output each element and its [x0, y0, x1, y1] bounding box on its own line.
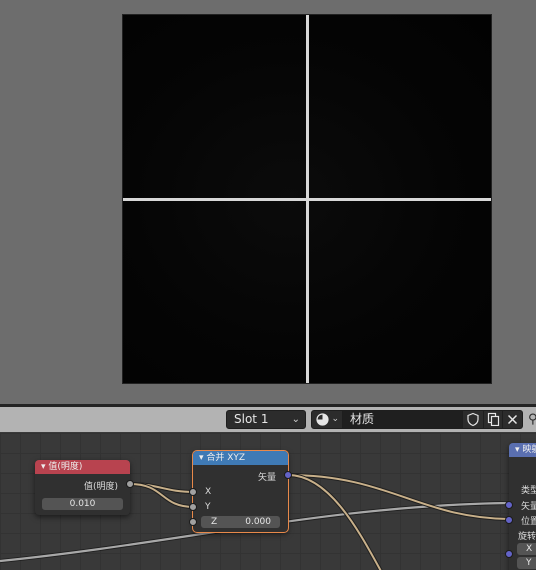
z-input-socket[interactable]	[189, 518, 197, 526]
value-output-socket[interactable]	[126, 480, 134, 488]
mapping-vector-label: 矢量	[521, 502, 536, 512]
material-name-field[interactable]: 材质	[342, 410, 463, 429]
x-input-label: X	[205, 487, 212, 497]
collapse-icon[interactable]: ▾	[199, 453, 204, 463]
shield-icon	[467, 412, 479, 427]
value-field[interactable]: 0.010	[42, 498, 123, 510]
material-sphere-icon	[316, 413, 329, 426]
collapse-icon[interactable]: ▾	[515, 445, 520, 455]
value-node[interactable]: ▾ 值(明度) 值(明度) 0.010	[35, 460, 134, 515]
horizontal-line	[123, 198, 491, 201]
unlink-button[interactable]	[502, 410, 523, 429]
close-icon	[507, 414, 518, 425]
collapse-icon[interactable]: ▾	[41, 462, 46, 472]
mapping-x-label: X	[526, 544, 533, 554]
material-browse-button[interactable]: ⌄	[311, 410, 343, 429]
chevron-down-icon: ⌄	[291, 414, 300, 425]
mapping-rotation-socket[interactable]	[505, 550, 513, 558]
duplicate-button[interactable]	[483, 410, 503, 429]
value-node-title: 值(明度)	[48, 462, 83, 472]
z-field-label: Z	[211, 517, 218, 527]
mapping-location-label: 位置	[521, 517, 536, 527]
vector-output-socket[interactable]	[284, 471, 292, 479]
x-input-socket[interactable]	[189, 488, 197, 496]
slot-dropdown[interactable]: Slot 1 ⌄	[226, 410, 306, 429]
copy-icon	[487, 412, 499, 427]
mapping-y-label: Y	[526, 558, 532, 568]
pin-icon[interactable]: ⚲	[528, 412, 536, 427]
mapping-type-label: 类型	[521, 486, 536, 496]
link-vector-down	[287, 474, 382, 570]
node-editor-header: Slot 1 ⌄ ⌄ 材质 ⚲	[0, 407, 536, 433]
mapping-x-field[interactable]: X	[517, 543, 536, 555]
material-name: 材质	[350, 412, 375, 426]
value-node-header[interactable]: ▾ 值(明度)	[35, 460, 130, 474]
z-field[interactable]: Z 0.000	[201, 516, 280, 528]
y-input-socket[interactable]	[189, 503, 197, 511]
z-field-value: 0.000	[245, 517, 271, 527]
mapping-vector-socket[interactable]	[505, 501, 513, 509]
slot-label: Slot 1	[234, 412, 269, 426]
image-preview	[122, 14, 492, 384]
mapping-header[interactable]: ▾ 映射	[509, 443, 536, 457]
value-output-label: 值(明度)	[83, 482, 118, 492]
y-input-label: Y	[205, 502, 211, 512]
node-canvas[interactable]: ▾ 值(明度) 值(明度) 0.010 ▾ 合并 XYZ 矢量 X Y Z 0.…	[0, 433, 536, 570]
image-viewer[interactable]	[0, 0, 536, 404]
mapping-title: 映射	[522, 445, 536, 455]
mapping-location-socket[interactable]	[505, 516, 513, 524]
vector-output-label: 矢量	[257, 473, 276, 483]
combine-xyz-node[interactable]: ▾ 合并 XYZ 矢量 X Y Z 0.000	[189, 450, 292, 533]
combine-xyz-header[interactable]: ▾ 合并 XYZ	[193, 451, 288, 465]
combine-xyz-title: 合并 XYZ	[206, 453, 246, 463]
chevron-down-icon: ⌄	[331, 414, 339, 424]
mapping-rotation-label: 旋转	[518, 532, 536, 542]
mapping-node[interactable]: ▾ 映射 类型 矢量 位置 旋转 X Y	[505, 443, 536, 570]
fake-user-button[interactable]	[462, 410, 484, 429]
mapping-y-field[interactable]: Y	[517, 557, 536, 569]
